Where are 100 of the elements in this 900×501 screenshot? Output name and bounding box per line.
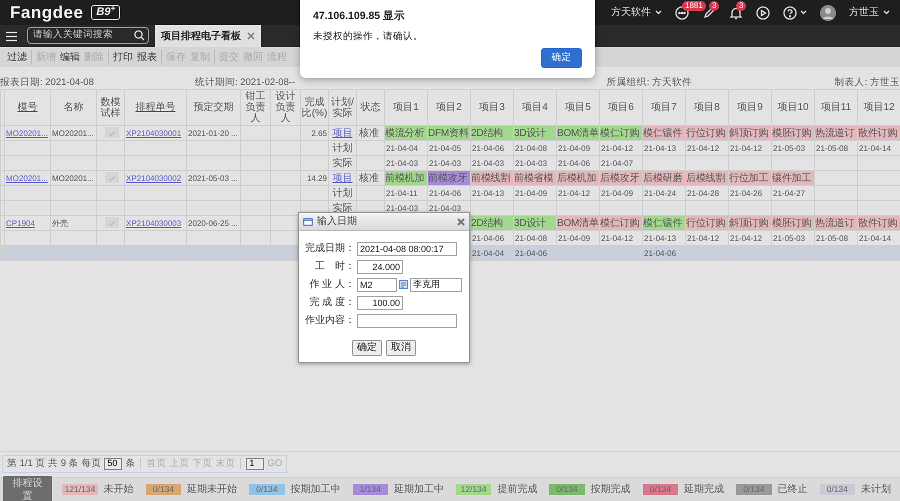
column-header: 预定交期 — [186, 90, 240, 126]
checkbox[interactable] — [105, 172, 119, 184]
status-count-chip: 121/134 — [62, 484, 98, 495]
task-cell[interactable]: 后模线割 — [686, 170, 728, 186]
date-cell: 21-04-08 — [514, 140, 556, 156]
table-cell: 计划 — [328, 140, 356, 156]
play-icon[interactable] — [756, 6, 770, 20]
date-cell: 21-04-06 — [428, 186, 470, 200]
task-cell[interactable]: DFM资料 — [428, 126, 470, 140]
task-cell[interactable]: 3D设计 — [514, 126, 556, 140]
column-header: 状态 — [356, 90, 384, 126]
task-cell[interactable]: 前模攻牙 — [428, 170, 470, 186]
status-count-chip: 12/134 — [456, 484, 492, 495]
tab[interactable]: 项目排程电子看板 — [155, 25, 261, 47]
dialog-title: 输入日期 — [317, 214, 357, 229]
table-cell: 2021-05-03 ... — [186, 170, 240, 186]
cancel-button[interactable]: 取消 — [386, 340, 416, 356]
date-cell: 21-04-11 — [384, 186, 428, 200]
legend-label: 按期完成 — [590, 482, 631, 497]
alert-message: 未授权的操作，请确认。 — [313, 30, 424, 44]
legend-label: 提前完成 — [497, 482, 538, 497]
menu-icon[interactable] — [5, 30, 18, 42]
task-cell[interactable]: 前模机加 — [384, 170, 428, 186]
date-cell: 21-04-09 — [556, 140, 600, 156]
avatar-icon[interactable] — [820, 4, 836, 20]
field-label: 完 成 度： — [308, 296, 355, 310]
task-cell[interactable]: 2D结构 — [470, 216, 514, 230]
status-count-chip: 0/134 — [146, 484, 182, 495]
table-cell: 2020-06-25 ... — [186, 216, 240, 230]
toolbar-button[interactable]: 编辑 — [60, 50, 80, 64]
column-header: 数模试样 — [96, 90, 124, 126]
column-header: 钳工负责人 — [240, 90, 270, 126]
field-label: 作业内容： — [304, 314, 355, 328]
legend-label: 已终止 — [778, 482, 808, 497]
checkbox[interactable] — [105, 217, 119, 228]
ok-button[interactable]: 确定 — [541, 48, 582, 68]
report-period: 统计期间: 2021-02-08-- — [195, 76, 296, 89]
table-cell: 计划 — [328, 186, 356, 200]
table-row[interactable]: 计划 21-04-11 21-04-06 21-04-13 21-04-09 21-04-12 21-04-09 21-04-24 21-04-28 21-04-26 21-04-27 — [0, 186, 900, 200]
date-cell: 21-04-06 — [514, 246, 556, 260]
task-cell[interactable]: 3D设计 — [514, 216, 556, 230]
page-size-field[interactable]: 50 — [104, 458, 122, 470]
pager-text: 条 — [125, 456, 136, 471]
legend-label: 延期加工中 — [394, 482, 444, 497]
close-icon[interactable] — [247, 32, 255, 40]
legend-label: 延期完成 — [684, 482, 724, 497]
date-cell: 21-04-04 — [384, 140, 428, 156]
confirm-button[interactable]: 确定 — [352, 340, 382, 356]
task-cell[interactable]: 后模机加 — [556, 170, 600, 186]
date-cell: 21-04-06 — [642, 246, 686, 260]
help-icon[interactable] — [783, 6, 797, 20]
alert-title: 47.106.109.85 显示 — [313, 9, 406, 24]
checkbox[interactable] — [105, 127, 119, 138]
date-cell: 21-05-03 — [772, 140, 814, 156]
caret-icon — [655, 10, 662, 15]
notification-badge: 3 — [736, 0, 746, 10]
task-cell[interactable]: 前模线割 — [470, 170, 514, 186]
preparer-text: 制表人: 方世玉 — [834, 76, 900, 89]
user-menu[interactable]: 方世玉 — [849, 5, 890, 20]
search-icon[interactable] — [134, 30, 145, 41]
table-cell: 外壳 — [50, 216, 96, 230]
input-field[interactable]: M2 — [357, 278, 397, 292]
date-cell: 21-04-06 — [470, 140, 514, 156]
toolbar-button[interactable]: 过滤 — [7, 50, 27, 64]
input-field[interactable]: 2021-04-08 08:00:17 — [357, 242, 457, 256]
status-count-chip: 0/134 — [642, 484, 678, 495]
date-cell: 21-04-24 — [642, 186, 686, 200]
task-cell[interactable]: 2D结构 — [470, 126, 514, 140]
legend-label: 延期未开始 — [187, 482, 238, 497]
edition-badge: B9$^{+}$ — [91, 5, 120, 20]
task-cell[interactable]: 后模研磨 — [642, 170, 686, 186]
organization-text: 所属组织: 方天软件 — [606, 76, 693, 89]
column-header: 完成比(%) — [300, 90, 328, 126]
legend-label: 按期加工中 — [290, 482, 340, 497]
column-header[interactable]: 排程单号 — [124, 90, 186, 126]
date-cell: 21-04-12 — [600, 140, 642, 156]
input-field[interactable] — [357, 314, 457, 328]
date-cell: 21-05-08 — [814, 140, 858, 156]
input-field[interactable]: 100.00 — [357, 296, 403, 310]
table-cell: 2021-01-20 ... — [186, 126, 240, 140]
task-cell[interactable]: 后模攻牙 — [600, 170, 642, 186]
input-field[interactable]: 李克用 — [410, 278, 462, 292]
window-icon — [303, 218, 313, 226]
page-number-field[interactable]: 1 — [246, 458, 264, 470]
schedule-settings-button[interactable]: 排程设置 — [3, 476, 52, 501]
task-cell[interactable]: BOM清单 — [556, 126, 600, 140]
toolbar-button[interactable]: 打印 — [113, 50, 133, 64]
legend-label: 未计划 — [860, 482, 891, 497]
search-field[interactable]: 请输入关键词搜索 — [27, 27, 149, 44]
toolbar-button[interactable]: 报表 — [137, 50, 157, 64]
company-menu[interactable]: 方天软件 — [611, 5, 662, 20]
list-icon[interactable] — [399, 280, 408, 289]
column-header[interactable]: 模号 — [4, 90, 50, 126]
task-cell[interactable]: 前模省模 — [514, 170, 556, 186]
close-icon[interactable] — [457, 218, 465, 226]
table-row[interactable]: 计划 21-04-04 21-04-05 21-04-06 21-04-08 21-04-09 21-04-12 21-04-13 21-04-12 21-04-12 21-05-03 21-05-08 21-04-14 — [0, 140, 900, 156]
task-cell[interactable]: BOM清单 — [556, 216, 600, 230]
table-cell: 实际 — [328, 156, 356, 170]
date-cell: 21-04-28 — [686, 186, 728, 200]
input-field[interactable]: 24.000 — [357, 260, 403, 274]
